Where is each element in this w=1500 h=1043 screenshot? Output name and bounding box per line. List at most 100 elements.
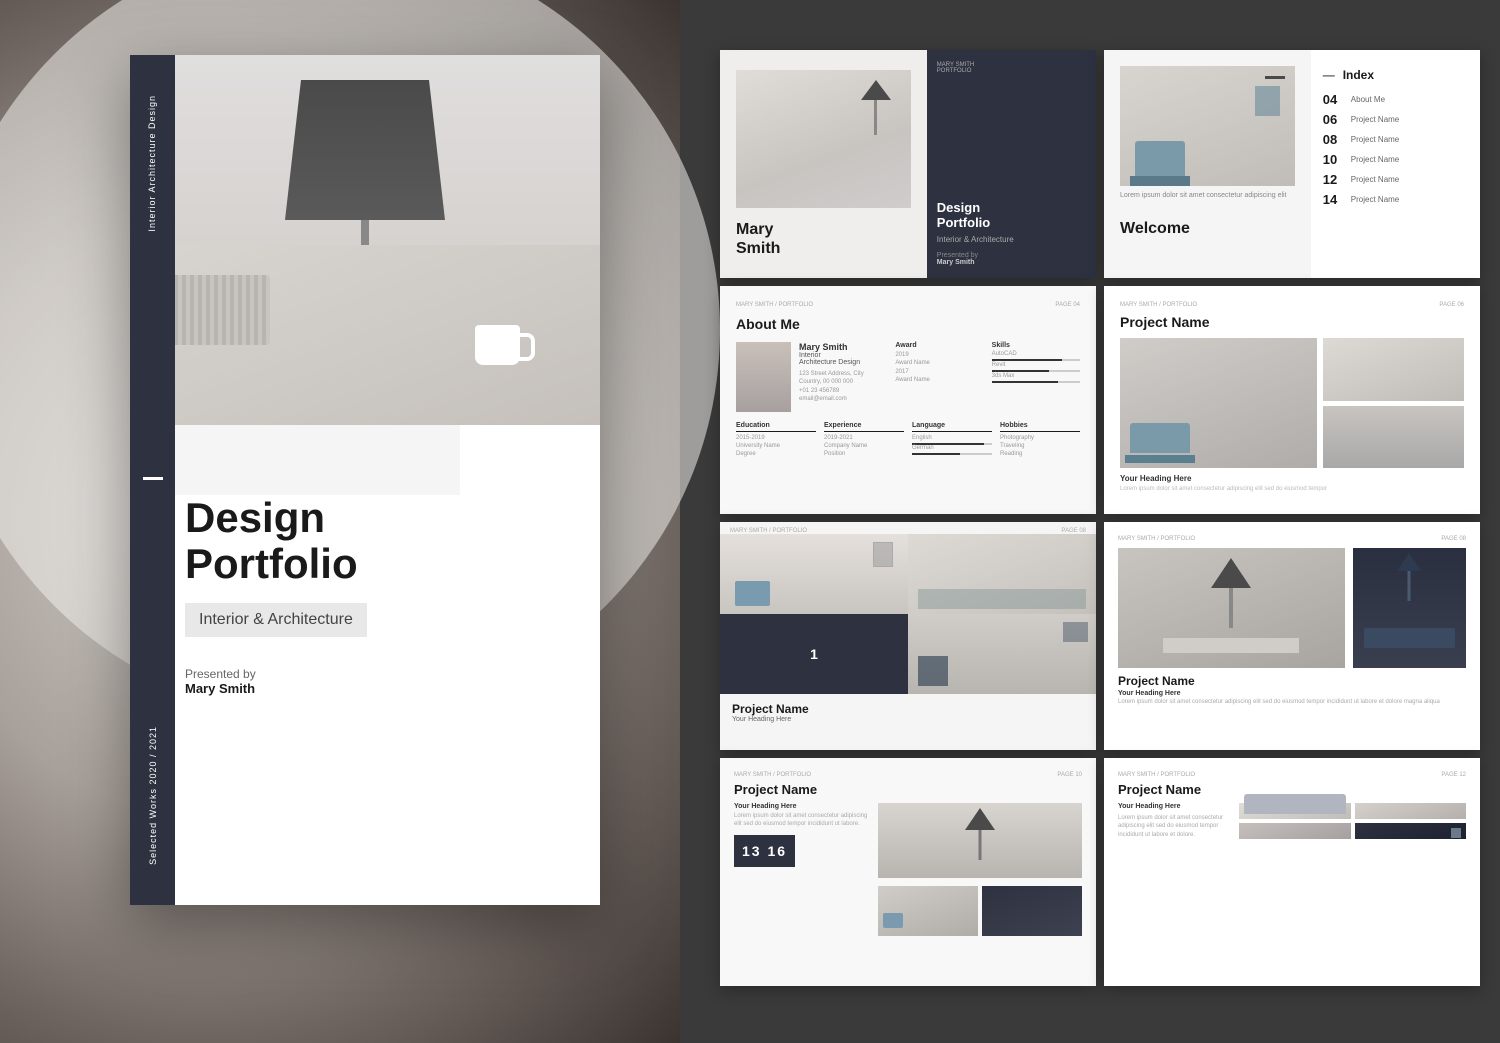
thumb7-left: Your Heading Here Lorem ipsum dolor sit … <box>734 803 870 936</box>
thumb1-room-photo <box>736 70 911 208</box>
thumb5-photo-1 <box>720 534 908 614</box>
thumb8-left: Your Heading Here Lorem ipsum dolor sit … <box>1118 803 1231 839</box>
sidebar-label-bottom: Selected Works 2020 / 2021 <box>148 726 158 865</box>
thumb8-photo-1 <box>1239 803 1350 819</box>
thumbnail-project1: MARY SMITH / PORTFOLIO PAGE 06 Project N… <box>1104 286 1480 514</box>
thumb2-room-photo <box>1120 66 1295 186</box>
thumb8-photos <box>1239 803 1466 839</box>
cover-white-band <box>130 425 460 495</box>
sidebar-divider <box>143 477 163 480</box>
thumb4-description: Your Heading Here Lorem ipsum dolor sit … <box>1120 474 1464 493</box>
index-item-4: 10 Project Name <box>1323 152 1468 167</box>
thumb6-top <box>1118 548 1466 668</box>
thumb7-title: Project Name <box>734 782 1082 797</box>
thumb4-photo-top <box>1323 338 1464 401</box>
thumb1-right: MARY SMITH PORTFOLIO Design Portfolio In… <box>927 50 1096 278</box>
thumb5-info: Project Name Your Heading Here <box>720 694 1096 731</box>
thumb7-header-right: PAGE 10 <box>1057 772 1082 778</box>
cover-photo <box>130 55 600 425</box>
cover-presented-by: Presented by <box>185 667 580 681</box>
thumb4-header-left: MARY SMITH / PORTFOLIO <box>1120 302 1197 308</box>
thumb7-content: Your Heading Here Lorem ipsum dolor sit … <box>734 803 1082 936</box>
thumb1-right-subtitle: Interior & Architecture <box>937 235 1086 244</box>
thumb6-info: Project Name Your Heading Here Lorem ips… <box>1118 674 1466 707</box>
thumbnail-about: MARY SMITH / PORTFOLIO PAGE 04 About Me … <box>720 286 1096 514</box>
thumb1-lamp-shade <box>861 80 891 100</box>
thumbnail-project3: MARY SMITH / PORTFOLIO PAGE 08 Project N… <box>1104 522 1480 750</box>
cover-title: Design Portfolio <box>185 495 580 587</box>
thumb7-heading: Your Heading Here <box>734 803 870 810</box>
thumb8-heading: Your Heading Here <box>1118 803 1231 810</box>
about-awards: Award 2019Award Name2017Award Name <box>895 342 983 412</box>
thumb8-photo-4 <box>1355 823 1466 839</box>
index-item-2: 06 Project Name <box>1323 112 1468 127</box>
index-title: — Index <box>1323 66 1468 82</box>
thumb2-welcome: Welcome <box>1120 214 1190 238</box>
thumb4-header-right: PAGE 06 <box>1439 302 1464 308</box>
thumb1-lamp <box>861 80 891 135</box>
about-education: Education 2015-2019University NameDegree <box>736 422 816 458</box>
index-item-6: 14 Project Name <box>1323 192 1468 207</box>
thumb2-chair-base <box>1130 176 1190 186</box>
thumb4-main-photo <box>1120 338 1317 468</box>
about-bottom-row: Education 2015-2019University NameDegree… <box>736 422 1080 458</box>
thumb6-heading: Your Heading Here <box>1118 690 1466 697</box>
thumb1-left: Mary Smith <box>720 50 927 278</box>
cover-content: Design Portfolio Interior & Architecture… <box>185 495 580 696</box>
thumbnails-grid: Mary Smith MARY SMITH PORTFOLIO Design P… <box>720 50 1480 986</box>
thumb2-art <box>1255 86 1280 116</box>
about-photo <box>736 342 791 412</box>
about-hobbies: Hobbies PhotographyTravelingReading <box>1000 422 1080 458</box>
about-experience: Experience 2019-2021Company NamePosition <box>824 422 904 458</box>
thumb4-text: Lorem ipsum dolor sit amet consectetur a… <box>1120 485 1464 493</box>
thumb7-photos <box>878 803 1082 936</box>
thumbnail-index: Welcome Lorem ipsum dolor sit amet conse… <box>1104 50 1480 278</box>
thumb1-name: Mary Smith <box>736 220 911 258</box>
index-item-1: 04 About Me <box>1323 92 1468 107</box>
thumb2-chair <box>1135 141 1185 176</box>
bedding <box>130 245 600 425</box>
thumb6-header-left: MARY SMITH / PORTFOLIO <box>1118 536 1195 542</box>
index-items: 04 About Me 06 Project Name 08 Project N… <box>1323 92 1468 207</box>
thumb4-photos <box>1120 338 1464 468</box>
thumb7-photos-bottom <box>878 886 1082 936</box>
thumb8-header-right: PAGE 12 <box>1441 772 1466 778</box>
thumb7-photo-br <box>982 886 1082 936</box>
lamp-shade <box>285 80 445 220</box>
thumb4-title: Project Name <box>1120 314 1464 330</box>
thumbnail-project4: MARY SMITH / PORTFOLIO PAGE 10 Project N… <box>720 758 1096 986</box>
about-language: Language English German <box>912 422 992 458</box>
thumb4-photo-bottom <box>1323 406 1464 469</box>
thumb1-lamp-pole <box>874 100 877 135</box>
thumb6-header-right: PAGE 08 <box>1441 536 1466 542</box>
cover-sidebar: Interior Architecture Design Selected Wo… <box>130 55 175 905</box>
thumb7-header-left: MARY SMITH / PORTFOLIO <box>734 772 811 778</box>
thumb8-content: Your Heading Here Lorem ipsum dolor sit … <box>1118 803 1466 839</box>
thumb7-text: Lorem ipsum dolor sit amet consectetur a… <box>734 812 870 829</box>
thumb7-clock-box: 13 16 <box>734 835 795 867</box>
thumb4-side-photos <box>1323 338 1464 468</box>
thumb3-header-left: MARY SMITH / PORTFOLIO <box>736 302 813 308</box>
thumb8-header-left: MARY SMITH / PORTFOLIO <box>1118 772 1195 778</box>
thumb7-photo-bl <box>878 886 978 936</box>
cup <box>475 325 520 365</box>
cover-card: Interior Architecture Design Selected Wo… <box>130 55 600 905</box>
index-item-5: 12 Project Name <box>1323 172 1468 187</box>
about-top-row: Mary Smith Interior Architecture Design … <box>736 342 1080 412</box>
about-skills: Skills AutoCAD Revit 3ds Max <box>992 342 1080 412</box>
thumb6-title: Project Name <box>1118 674 1466 688</box>
thumbnail-project2: MARY SMITH / PORTFOLIO PAGE 08 1 Project <box>720 522 1096 750</box>
cover-subtitle: Interior & Architecture <box>199 611 353 628</box>
thumb2-right: — Index 04 About Me 06 Project Name 08 P… <box>1311 50 1480 278</box>
thumb6-side-photo <box>1353 548 1466 668</box>
thumb1-right-title: Design Portfolio <box>937 200 1086 231</box>
thumb5-photos: 1 <box>720 534 1096 694</box>
thumb2-welcome-text: Lorem ipsum dolor sit amet consectetur a… <box>1120 190 1295 201</box>
thumb3-header-right: PAGE 04 <box>1055 302 1080 308</box>
thumb5-photo-3: 1 <box>720 614 908 694</box>
thumb8-photo-3 <box>1239 823 1350 839</box>
thumb8-text: Lorem ipsum dolor sit amet consectetur a… <box>1118 814 1231 839</box>
thumb3-title: About Me <box>736 316 1080 332</box>
thumb6-main-photo <box>1118 548 1345 668</box>
thumbnail-project5: MARY SMITH / PORTFOLIO PAGE 12 Project N… <box>1104 758 1480 986</box>
